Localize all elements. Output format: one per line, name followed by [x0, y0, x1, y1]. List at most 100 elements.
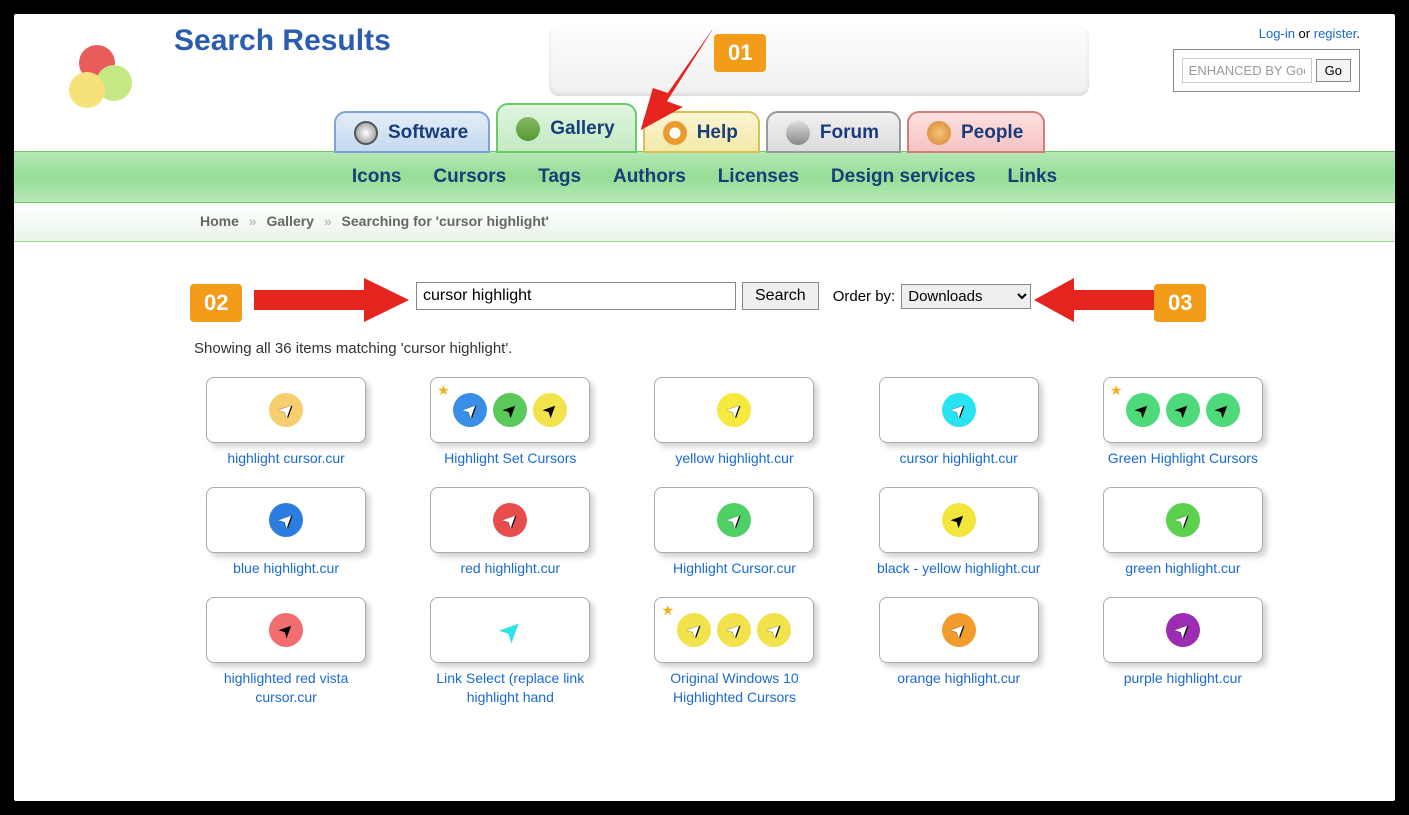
result-thumbnail[interactable]: ➤: [879, 487, 1039, 553]
subnav-authors[interactable]: Authors: [613, 166, 686, 187]
cursor-arrow-icon: ➤: [273, 397, 299, 423]
cursor-arrow-icon: ➤: [490, 610, 530, 650]
cursor-preview-icon: ➤: [717, 613, 751, 647]
cursor-preview-icon: ➤: [1206, 393, 1240, 427]
result-label[interactable]: green highlight.cur: [1091, 559, 1275, 577]
result-thumbnail[interactable]: ★ ➤ ➤ ➤: [1103, 377, 1263, 443]
result-card: ➤ highlighted red vista cursor.cur: [194, 597, 378, 705]
cursor-preview-icon: ➤: [453, 393, 487, 427]
person-icon: [927, 121, 951, 145]
google-go-button[interactable]: Go: [1316, 59, 1351, 82]
cursor-arrow-icon: ➤: [722, 507, 748, 533]
breadcrumb-gallery[interactable]: Gallery: [266, 213, 313, 229]
result-label[interactable]: cursor highlight.cur: [867, 449, 1051, 467]
result-thumbnail[interactable]: ➤: [654, 487, 814, 553]
cursor-preview-icon: ➤: [1126, 393, 1160, 427]
subnav-icons[interactable]: Icons: [352, 166, 402, 187]
auth-links: Log-in or register.: [1173, 26, 1360, 41]
cursor-preview-icon: ➤: [269, 503, 303, 537]
star-icon: ★: [1110, 382, 1123, 399]
result-label[interactable]: highlight cursor.cur: [194, 449, 378, 467]
cursor-preview-icon: ➤: [269, 393, 303, 427]
result-thumbnail[interactable]: ➤: [879, 377, 1039, 443]
cursor-preview-icon: ➤: [717, 503, 751, 537]
result-thumbnail[interactable]: ➤: [206, 487, 366, 553]
result-label[interactable]: Link Select (replace link highlight hand: [418, 669, 602, 705]
chevron-icon: »: [249, 213, 257, 229]
result-label[interactable]: Original Windows 10 Highlighted Cursors: [642, 669, 826, 705]
register-link[interactable]: register: [1314, 26, 1357, 41]
result-label[interactable]: red highlight.cur: [418, 559, 602, 577]
tab-people[interactable]: People: [907, 111, 1045, 153]
cursor-preview-icon: ➤: [942, 393, 976, 427]
cursor-arrow-icon: ➤: [273, 618, 299, 644]
subnav-licenses[interactable]: Licenses: [718, 166, 799, 187]
result-thumbnail[interactable]: ➤: [1103, 597, 1263, 663]
search-button[interactable]: Search: [742, 282, 819, 310]
result-label[interactable]: purple highlight.cur: [1091, 669, 1275, 687]
subnav-links[interactable]: Links: [1008, 166, 1058, 187]
result-thumbnail[interactable]: ★ ➤ ➤ ➤: [654, 597, 814, 663]
tab-forum[interactable]: Forum: [766, 111, 901, 153]
subnav-tags[interactable]: Tags: [538, 166, 581, 187]
result-label[interactable]: orange highlight.cur: [867, 669, 1051, 687]
cursor-preview-icon: ➤: [942, 613, 976, 647]
cursor-arrow-icon: ➤: [722, 618, 748, 644]
result-card: ➤ cursor highlight.cur: [867, 377, 1051, 467]
result-card: ➤ Link Select (replace link highlight han…: [418, 597, 602, 705]
disc-icon: [354, 121, 378, 145]
cursor-arrow-icon: ➤: [682, 618, 708, 644]
cursor-arrow-icon: ➤: [1170, 397, 1196, 423]
breadcrumb-current: Searching for 'cursor highlight': [342, 213, 549, 229]
cursor-arrow-icon: ➤: [538, 397, 564, 423]
result-label[interactable]: blue highlight.cur: [194, 559, 378, 577]
result-thumbnail[interactable]: ➤: [430, 597, 590, 663]
result-card: ➤ orange highlight.cur: [867, 597, 1051, 705]
result-card: ➤ red highlight.cur: [418, 487, 602, 577]
result-thumbnail[interactable]: ➤: [206, 597, 366, 663]
result-thumbnail[interactable]: ➤: [430, 487, 590, 553]
result-thumbnail[interactable]: ★➤➤➤: [430, 377, 590, 443]
cursor-preview-icon: ➤: [269, 613, 303, 647]
annotation-marker-03: 03: [1154, 284, 1206, 322]
cursor-arrow-icon: ➤: [458, 397, 484, 423]
cursor-arrow-icon: ➤: [1210, 397, 1236, 423]
search-input[interactable]: [416, 282, 736, 310]
result-thumbnail[interactable]: ➤: [206, 377, 366, 443]
breadcrumb-home[interactable]: Home: [200, 213, 239, 229]
cursor-arrow-icon: ➤: [1130, 397, 1156, 423]
subnav-cursors[interactable]: Cursors: [433, 166, 506, 187]
orderby-select[interactable]: Downloads: [901, 284, 1031, 309]
cursor-preview-icon: ➤: [493, 503, 527, 537]
result-card: ➤ blue highlight.cur: [194, 487, 378, 577]
site-logo[interactable]: [62, 38, 142, 118]
cursor-preview-icon: ➤: [717, 393, 751, 427]
result-label[interactable]: black - yellow highlight.cur: [867, 559, 1051, 577]
microphone-icon: [786, 121, 810, 145]
cursor-preview-icon: ➤: [533, 393, 567, 427]
cursor-arrow-icon: ➤: [762, 618, 788, 644]
result-label[interactable]: Green Highlight Cursors: [1091, 449, 1275, 467]
annotation-arrow-03: [1034, 278, 1164, 328]
result-thumbnail[interactable]: ➤: [879, 597, 1039, 663]
google-search-box: Go: [1173, 49, 1360, 92]
result-card: ➤ black - yellow highlight.cur: [867, 487, 1051, 577]
sub-nav: Icons Cursors Tags Authors Licenses Desi…: [14, 166, 1395, 188]
cursor-preview-icon: ➤: [1166, 613, 1200, 647]
cursor-arrow-icon: ➤: [946, 397, 972, 423]
star-icon: ★: [661, 602, 674, 619]
chevron-icon: »: [324, 213, 332, 229]
subnav-design[interactable]: Design services: [831, 166, 976, 187]
result-label[interactable]: Highlight Set Cursors: [418, 449, 602, 467]
result-thumbnail[interactable]: ➤: [654, 377, 814, 443]
login-link[interactable]: Log-in: [1259, 26, 1295, 41]
result-label[interactable]: yellow highlight.cur: [642, 449, 826, 467]
tab-software[interactable]: Software: [334, 111, 490, 153]
result-card: ➤ yellow highlight.cur: [642, 377, 826, 467]
google-search-input[interactable]: [1182, 58, 1312, 83]
easel-icon: [516, 117, 540, 141]
result-thumbnail[interactable]: ➤: [1103, 487, 1263, 553]
result-label[interactable]: highlighted red vista cursor.cur: [194, 669, 378, 705]
cursor-arrow-icon: ➤: [946, 507, 972, 533]
result-label[interactable]: Highlight Cursor.cur: [642, 559, 826, 577]
